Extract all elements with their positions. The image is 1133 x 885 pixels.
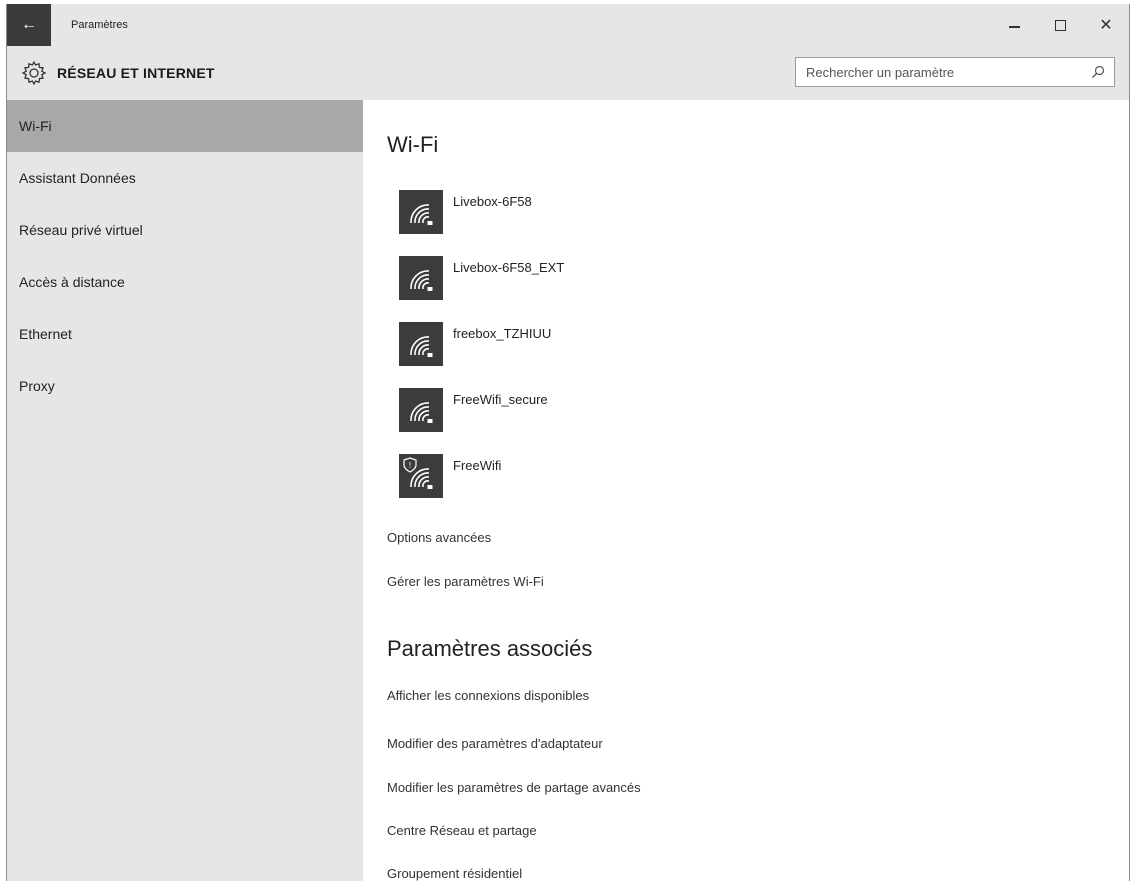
sidebar-item-assistant-donnees[interactable]: Assistant Données (7, 152, 363, 204)
network-name: freebox_TZHIUU (453, 326, 552, 341)
sidebar: Wi-Fi Assistant Données Réseau privé vir… (7, 100, 363, 881)
wifi-icon (399, 322, 443, 366)
sidebar-item-label: Assistant Données (19, 170, 136, 186)
wifi-icon (399, 190, 443, 234)
wifi-icon (399, 388, 443, 432)
settings-window: ← Paramètres ✕ RÉSEAU ET INTERNET Recher… (6, 4, 1130, 881)
sidebar-item-label: Ethernet (19, 326, 72, 342)
svg-text:!: ! (409, 461, 411, 470)
advanced-options-link[interactable]: Options avancées (387, 530, 491, 545)
related-link[interactable]: Centre Réseau et partage (387, 823, 537, 838)
sidebar-item-wifi[interactable]: Wi-Fi (7, 100, 363, 152)
network-item[interactable]: Livebox-6F58 (399, 190, 532, 236)
back-arrow-icon: ← (21, 16, 37, 33)
close-button[interactable]: ✕ (1083, 4, 1129, 46)
maximize-button[interactable] (1037, 4, 1083, 46)
main-content: Wi-Fi Livebox-6F58 Livebox-6F58_EXT free… (363, 100, 1129, 881)
sidebar-item-label: Proxy (19, 378, 55, 394)
related-settings-heading: Paramètres associés (387, 636, 593, 661)
related-link[interactable]: Modifier des paramètres d'adaptateur (387, 736, 603, 751)
wifi-icon (399, 256, 443, 300)
section-title: RÉSEAU ET INTERNET (57, 65, 215, 81)
window-controls: ✕ (991, 4, 1129, 46)
minimize-button[interactable] (991, 4, 1037, 46)
related-link[interactable]: Afficher les connexions disponibles (387, 688, 589, 703)
sidebar-item-label: Wi-Fi (19, 118, 52, 134)
network-item[interactable]: freebox_TZHIUU (399, 322, 551, 368)
search-input[interactable]: Rechercher un paramètre (806, 65, 1090, 80)
search-box[interactable]: Rechercher un paramètre (795, 57, 1115, 87)
network-item[interactable]: ! FreeWifi (399, 454, 501, 500)
sidebar-item-label: Réseau privé virtuel (19, 222, 143, 238)
network-name: FreeWifi (453, 458, 502, 473)
sidebar-item-vpn[interactable]: Réseau privé virtuel (7, 204, 363, 256)
sidebar-item-proxy[interactable]: Proxy (7, 360, 363, 412)
network-item[interactable]: FreeWifi_secure (399, 388, 548, 434)
related-link[interactable]: Groupement résidentiel (387, 866, 522, 881)
network-name: Livebox-6F58_EXT (453, 260, 565, 275)
gear-icon (21, 60, 47, 86)
sidebar-item-ethernet[interactable]: Ethernet (7, 308, 363, 360)
title-bar: ← Paramètres ✕ (7, 4, 1129, 46)
search-icon[interactable] (1090, 64, 1106, 80)
wifi-open-shield-icon: ! (399, 454, 443, 498)
manage-wifi-settings-link[interactable]: Gérer les paramètres Wi-Fi (387, 574, 544, 589)
wifi-heading: Wi-Fi (387, 132, 439, 157)
related-link[interactable]: Modifier les paramètres de partage avanc… (387, 780, 641, 795)
network-item[interactable]: Livebox-6F58_EXT (399, 256, 564, 302)
minimize-icon (1008, 26, 1020, 28)
network-name: FreeWifi_secure (453, 392, 548, 407)
window-title: Paramètres (71, 19, 128, 31)
sidebar-item-label: Accès à distance (19, 274, 125, 290)
close-icon: ✕ (1099, 17, 1113, 34)
settings-header: RÉSEAU ET INTERNET Rechercher un paramèt… (7, 46, 1129, 100)
sidebar-item-dial-up[interactable]: Accès à distance (7, 256, 363, 308)
network-name: Livebox-6F58 (453, 194, 532, 209)
back-button[interactable]: ← (7, 4, 51, 46)
maximize-icon (1054, 19, 1066, 31)
